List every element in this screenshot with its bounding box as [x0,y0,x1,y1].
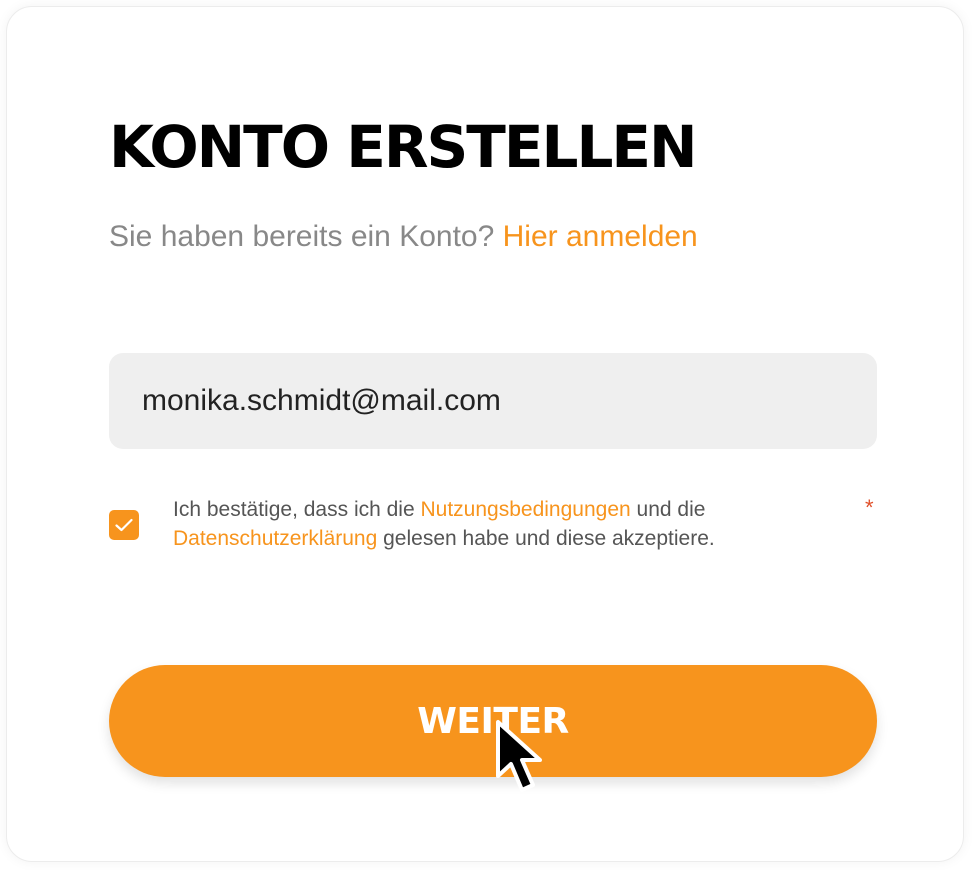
email-field[interactable] [109,353,877,449]
consent-text: Ich bestätige, dass ich die Nutzungsbedi… [173,495,833,553]
login-prompt-text: Sie haben bereits ein Konto? [109,220,495,253]
page-title: KONTO ERSTELLEN [109,113,698,181]
checkmark-icon [115,518,133,532]
signup-card: KONTO ERSTELLEN Sie haben bereits ein Ko… [6,6,964,862]
required-marker: * [865,495,874,520]
consent-text-part: Ich bestätige, dass ich die [173,498,415,521]
login-link[interactable]: Hier anmelden [503,220,698,253]
terms-link[interactable]: Nutzungsbedingungen [421,498,631,521]
consent-text-part: gelesen habe und diese akzeptiere. [383,527,715,550]
login-prompt: Sie haben bereits ein Konto? Hier anmeld… [109,217,698,257]
privacy-link[interactable]: Datenschutzerklärung [173,527,377,550]
consent-text-part: und die [636,498,706,521]
consent-checkbox[interactable] [109,510,139,540]
weiter-button[interactable]: WEITER [109,665,877,777]
